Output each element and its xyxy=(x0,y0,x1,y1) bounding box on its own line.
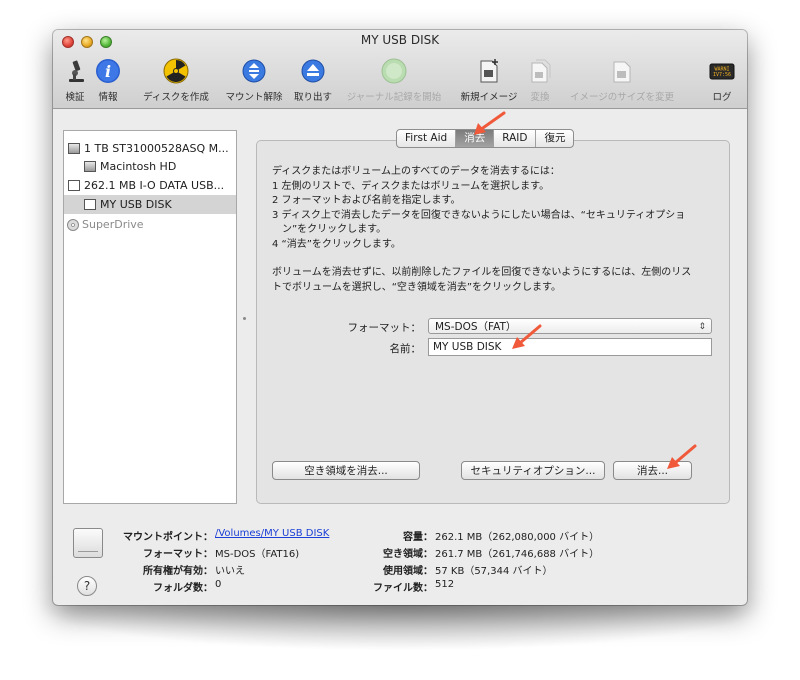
usb-disk-icon xyxy=(68,180,80,191)
help-button[interactable]: ? xyxy=(77,576,97,596)
disk-utility-window: MY USB DISK 検証 i 情報 ディスクを作成 マウント解除 取り出す … xyxy=(53,30,747,605)
disk-list-item-selected[interactable]: MY USB DISK xyxy=(64,195,236,214)
toolbar-label: マウント解除 xyxy=(225,92,283,103)
toolbar-label: ジャーナル記録を開始 xyxy=(346,92,442,103)
log-icon: WARNI IV7:56 xyxy=(709,63,735,80)
name-label: 名前： xyxy=(389,343,422,355)
disk-list[interactable]: 1 TB ST31000528ASQ M... Macintosh HD 262… xyxy=(63,130,237,504)
format-info-label: フォーマット： xyxy=(143,549,213,560)
disk-list-item[interactable]: SuperDrive xyxy=(64,215,236,234)
disk-list-label: 262.1 MB I-O DATA USB... xyxy=(84,179,225,192)
instruction-line: ディスクまたはボリューム上のすべてのデータを消去するには： xyxy=(272,166,560,177)
optical-drive-icon xyxy=(67,219,79,231)
unmount-icon xyxy=(242,59,266,83)
available-value: 261.7 MB（261,746,688 バイト） xyxy=(435,549,600,560)
free-space-note-line: トでボリュームを選択し、“空き領域を消去”をクリックします。 xyxy=(272,281,562,293)
erase-free-space-button[interactable]: 空き領域を消去... xyxy=(272,461,420,480)
disk-list-item[interactable]: Macintosh HD xyxy=(64,157,236,176)
format-label: フォーマット： xyxy=(347,322,422,334)
file-count-label: ファイル数： xyxy=(373,583,433,594)
folder-count-label: フォルダ数： xyxy=(153,583,213,594)
disk-list-label: 1 TB ST31000528ASQ M... xyxy=(84,142,229,155)
mount-point-label: マウントポイント： xyxy=(123,532,213,543)
annotation-arrow xyxy=(474,111,506,135)
used-value: 57 KB（57,344 バイト） xyxy=(435,566,553,577)
used-label: 使用領域： xyxy=(383,566,433,577)
folder-count-value: 0 xyxy=(215,579,222,590)
volume-icon xyxy=(84,161,96,172)
instruction-line: 2 フォーマットおよび名前を指定します。 xyxy=(272,195,461,206)
convert-icon xyxy=(531,59,551,83)
resize-image-icon xyxy=(613,61,631,83)
tab-restore[interactable]: 復元 xyxy=(536,130,573,147)
instruction-line: 4 “消去”をクリックします。 xyxy=(272,238,401,250)
available-label: 空き領域： xyxy=(383,549,433,560)
owners-enabled-value: いいえ xyxy=(215,566,245,577)
disk-list-item[interactable]: 1 TB ST31000528ASQ M... xyxy=(64,139,236,158)
format-info-value: MS-DOS（FAT16) xyxy=(215,549,300,560)
owners-enabled-label: 所有権が有効： xyxy=(143,566,213,577)
instruction-line: 1 左側のリストで、ディスクまたはボリュームを選択します。 xyxy=(272,180,550,192)
toolbar-label: 変換 xyxy=(530,92,550,103)
file-count-value: 512 xyxy=(435,579,455,590)
tab-first-aid[interactable]: First Aid xyxy=(397,130,457,147)
toolbar-label: ログ xyxy=(712,92,732,103)
toolbar-label: イメージのサイズを変更 xyxy=(569,92,675,103)
journal-icon xyxy=(381,58,407,84)
new-image-icon xyxy=(480,59,498,83)
disk-list-label: MY USB DISK xyxy=(100,198,172,211)
toolbar-label: 新規イメージ xyxy=(460,92,518,103)
selected-disk-icon xyxy=(73,528,103,558)
instruction-line: ン”をクリックします。 xyxy=(272,224,387,235)
toolbar-label: 情報 xyxy=(98,92,118,103)
toolbar-label: 検証 xyxy=(65,92,85,103)
select-arrows-icon: ⇕ xyxy=(698,322,706,332)
mount-point-link[interactable]: /Volumes/MY USB DISK xyxy=(215,528,329,539)
capacity-value: 262.1 MB（262,080,000 バイト） xyxy=(435,532,600,543)
disk-list-item[interactable]: 262.1 MB I-O DATA USB... xyxy=(64,176,236,195)
svg-text:i: i xyxy=(105,62,111,81)
usb-volume-icon xyxy=(84,199,96,210)
erase-instructions: ディスクまたはボリューム上のすべてのデータを消去するには： 1 左側のリストで、… xyxy=(272,165,717,295)
security-options-button[interactable]: セキュリティオプション... xyxy=(461,461,605,480)
window-title: MY USB DISK xyxy=(360,33,440,47)
hard-disk-icon xyxy=(68,143,80,154)
annotation-arrow xyxy=(667,444,697,469)
info-icon: i xyxy=(96,59,120,83)
name-field[interactable]: MY USB DISK xyxy=(428,338,712,356)
format-select-value: MS-DOS（FAT） xyxy=(435,321,517,333)
disk-list-label: SuperDrive xyxy=(82,218,144,231)
format-select[interactable]: MS-DOS（FAT） ⇕ xyxy=(428,318,712,334)
toolbar-label: 取り出す xyxy=(293,92,333,103)
instruction-line: 3 ディスク上で消去したデータを回復できないようにしたい場合は、“セキュリティオ… xyxy=(272,209,686,221)
burn-icon xyxy=(163,58,189,84)
toolbar-label: ディスクを作成 xyxy=(143,92,209,103)
title-bar: MY USB DISK 検証 i 情報 ディスクを作成 マウント解除 取り出す … xyxy=(53,30,747,109)
svg-text:IV7:56: IV7:56 xyxy=(713,72,731,78)
eject-icon xyxy=(301,59,325,83)
microscope-icon xyxy=(69,60,84,82)
split-view-handle[interactable] xyxy=(243,317,246,320)
capacity-label: 容量： xyxy=(403,532,433,543)
disk-list-label: Macintosh HD xyxy=(100,160,177,173)
free-space-note-line: ボリュームを消去せずに、以前削除したファイルを回復できないようにするには、左側の… xyxy=(272,267,692,278)
annotation-arrow xyxy=(512,324,542,349)
